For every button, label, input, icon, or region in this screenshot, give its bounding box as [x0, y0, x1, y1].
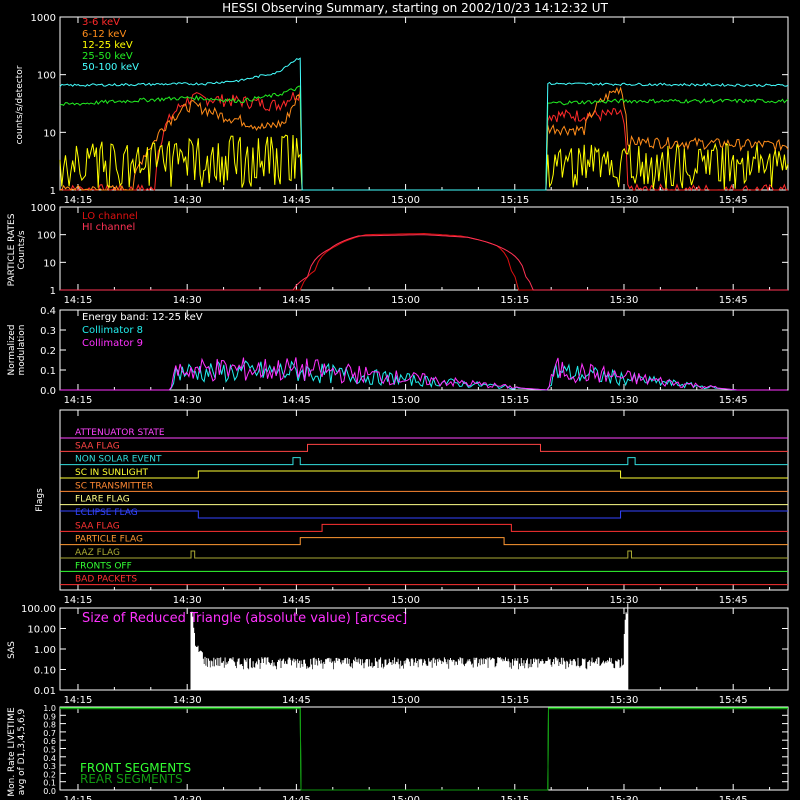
sas-legend: Size of Reduced Triangle (absolute value…	[82, 611, 407, 626]
counts-time-label: 14:15	[64, 195, 93, 206]
counts-time-label: 14:45	[282, 195, 311, 206]
flag-label: ECLIPSE FLAG	[75, 508, 138, 518]
counts-ytick-label: 10	[43, 128, 56, 139]
flags-time-label: 15:15	[500, 595, 529, 606]
particle-ytick-label: 1000	[31, 203, 56, 214]
livetime-time-label: 15:30	[610, 795, 639, 800]
flag-label: BAD PACKETS	[75, 575, 137, 585]
livetime-ylabel-2: avg of D1,3,4,5,6,9	[17, 708, 27, 795]
counts-time-label: 15:30	[610, 195, 639, 206]
modulation-time-label: 14:15	[64, 395, 93, 406]
modulation-time-label: 15:45	[719, 395, 748, 406]
modulation-ytick-label: 0.1	[40, 366, 56, 377]
livetime-time-label: 15:00	[391, 795, 420, 800]
legend-6-12: 6-12 keV	[82, 29, 126, 40]
flag-label: SC TRANSMITTER	[75, 481, 153, 491]
flags-time-label: 15:45	[719, 595, 748, 606]
sas-ytick-label: 0.01	[34, 686, 56, 697]
livetime-time-label: 14:15	[64, 795, 93, 800]
particle-time-label: 15:30	[610, 295, 639, 306]
counts-ytick-label: 1000	[31, 13, 56, 24]
sas-time-label: 14:45	[282, 695, 311, 706]
livetime-time-label: 14:30	[173, 795, 202, 800]
modulation-ytick-label: 0.3	[40, 326, 56, 337]
sas-ytick-label: 10.00	[27, 625, 56, 636]
modulation-ytick-label: 0.4	[40, 306, 56, 317]
flag-label: PARTICLE FLAG	[75, 535, 143, 545]
sas-time-label: 14:15	[64, 695, 93, 706]
modulation-ytick-label: 0.2	[40, 346, 56, 357]
counts-time-label: 15:15	[500, 195, 529, 206]
counts-ytick-label: 1	[50, 186, 56, 197]
flags-time-label: 14:45	[282, 595, 311, 606]
flags-time-label: 14:30	[173, 595, 202, 606]
particle-time-label: 15:45	[719, 295, 748, 306]
livetime-time-label: 15:45	[719, 795, 748, 800]
flags-ylabel: Flags	[35, 488, 45, 512]
sas-ylabel: SAS	[7, 641, 17, 659]
flags-time-label: 14:15	[64, 595, 93, 606]
sas-time-label: 15:30	[610, 695, 639, 706]
flags-time-label: 15:30	[610, 595, 639, 606]
flag-label: SAA FLAG	[75, 441, 120, 451]
legend-25-50: 25-50 keV	[82, 51, 133, 62]
legend-collimator-8: Collimator 8	[82, 325, 143, 336]
particle-ylabel-2: Counts/s	[17, 230, 27, 269]
modulation-time-label: 15:15	[500, 395, 529, 406]
sas-ytick-label: 1.00	[34, 645, 56, 656]
hessi-summary-plot: HESSI Observing Summary, starting on 200…	[0, 0, 800, 800]
flag-label: AAZ FLAG	[75, 548, 120, 558]
sas-ytick-label: 100.00	[21, 604, 56, 615]
particle-ylabel-1: PARTICLE RATES	[7, 213, 17, 286]
livetime-time-label: 15:15	[500, 795, 529, 800]
legend-3-6: 3-6 keV	[82, 17, 120, 28]
flags-time-label: 15:00	[391, 595, 420, 606]
legend-50-100: 50-100 keV	[82, 62, 139, 73]
legend-lo-channel: LO channel	[82, 211, 138, 222]
particle-ytick-label: 1	[50, 286, 56, 297]
counts-time-label: 14:30	[173, 195, 202, 206]
counts-time-label: 15:00	[391, 195, 420, 206]
sas-time-label: 15:15	[500, 695, 529, 706]
flag-label: SC IN SUNLIGHT	[75, 468, 149, 478]
counts-ytick-label: 100	[37, 71, 56, 82]
sas-time-label: 15:00	[391, 695, 420, 706]
legend-collimator-9: Collimator 9	[82, 338, 143, 349]
modulation-ytick-label: 0.0	[40, 386, 56, 397]
legend-energy-band: Energy band: 12-25 keV	[82, 312, 203, 323]
sas-time-label: 14:30	[173, 695, 202, 706]
sas-ytick-label: 0.10	[34, 666, 56, 677]
legend-rear-segments: REAR SEGMENTS	[80, 772, 183, 786]
particle-time-label: 14:30	[173, 295, 202, 306]
particle-time-label: 15:00	[391, 295, 420, 306]
particle-time-label: 14:45	[282, 295, 311, 306]
flag-label: ATTENUATOR STATE	[75, 428, 165, 438]
legend-hi-channel: HI channel	[82, 222, 135, 233]
modulation-time-label: 15:00	[391, 395, 420, 406]
modulation-time-label: 14:30	[173, 395, 202, 406]
modulation-time-label: 14:45	[282, 395, 311, 406]
modulation-ylabel-1: Normalized	[7, 324, 17, 375]
counts-ylabel: counts/s/detector	[15, 65, 25, 144]
particle-time-label: 15:15	[500, 295, 529, 306]
particle-time-label: 14:15	[64, 295, 93, 306]
modulation-ylabel-2: modulation	[17, 325, 27, 376]
flag-label: FLARE FLAG	[75, 495, 130, 505]
livetime-time-label: 14:45	[282, 795, 311, 800]
particle-ytick-label: 100	[37, 231, 56, 242]
flags-panel: Flags	[35, 488, 45, 512]
plot-title: HESSI Observing Summary, starting on 200…	[222, 1, 608, 15]
sas-time-label: 15:45	[719, 695, 748, 706]
livetime-ytick-label: 0.0	[43, 787, 56, 796]
legend-12-25: 12-25 keV	[82, 40, 133, 51]
flag-label: FRONTS OFF	[75, 561, 132, 571]
flag-label: NON SOLAR EVENT	[75, 455, 162, 465]
livetime-ylabel-1: Mon. Rate LIVETIME	[7, 707, 17, 797]
counts-time-label: 15:45	[719, 195, 748, 206]
flag-label: SAA FLAG	[75, 521, 120, 531]
particle-ytick-label: 10	[43, 258, 56, 269]
modulation-time-label: 15:30	[610, 395, 639, 406]
